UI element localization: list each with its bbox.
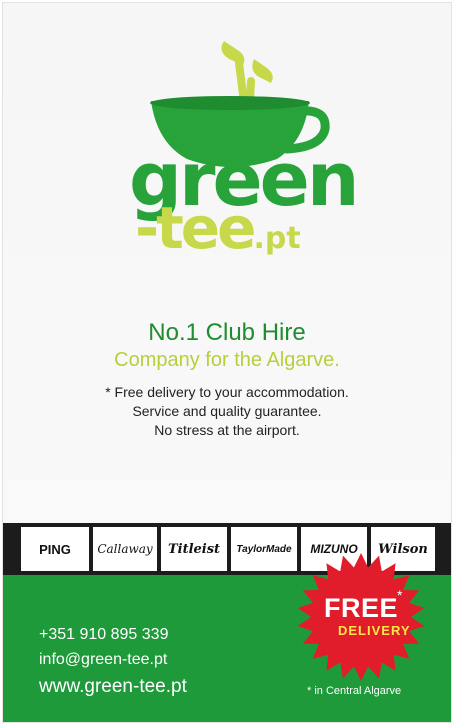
feature-item: * Free delivery to your accommodation. xyxy=(105,384,349,400)
logo-pt-text: .pt xyxy=(253,221,301,256)
brand-callaway: Callaway xyxy=(93,527,157,571)
feature-item: No stress at the airport. xyxy=(154,422,300,438)
badge-free-text: FREE xyxy=(324,593,399,623)
feature-item: Service and quality guarantee. xyxy=(132,403,322,419)
logo-tee-text: -tee xyxy=(135,194,256,262)
email-address[interactable]: info@green-tee.pt xyxy=(39,651,167,669)
headline-line2: Company for the Algarve. xyxy=(114,349,340,371)
badge-footnote: * in Central Algarve xyxy=(307,685,402,697)
brand-titleist: Titleist xyxy=(161,527,227,571)
brand-taylormade: TaylorMade xyxy=(231,527,297,571)
website-link[interactable]: www.green-tee.pt xyxy=(39,676,187,698)
brand-ping: PING xyxy=(21,527,89,571)
logo-word-tee: -tee.pt xyxy=(135,199,301,257)
flyer-card: green -tee.pt No.1 Club Hire Company for… xyxy=(2,2,452,723)
badge-delivery-text: DELIVERY xyxy=(338,623,411,638)
headline-line1: No.1 Club Hire xyxy=(148,319,306,346)
phone-number[interactable]: +351 910 895 339 xyxy=(39,626,168,644)
badge-asterisk: * xyxy=(397,587,403,603)
feature-list: * Free delivery to your accommodation. S… xyxy=(3,383,451,440)
